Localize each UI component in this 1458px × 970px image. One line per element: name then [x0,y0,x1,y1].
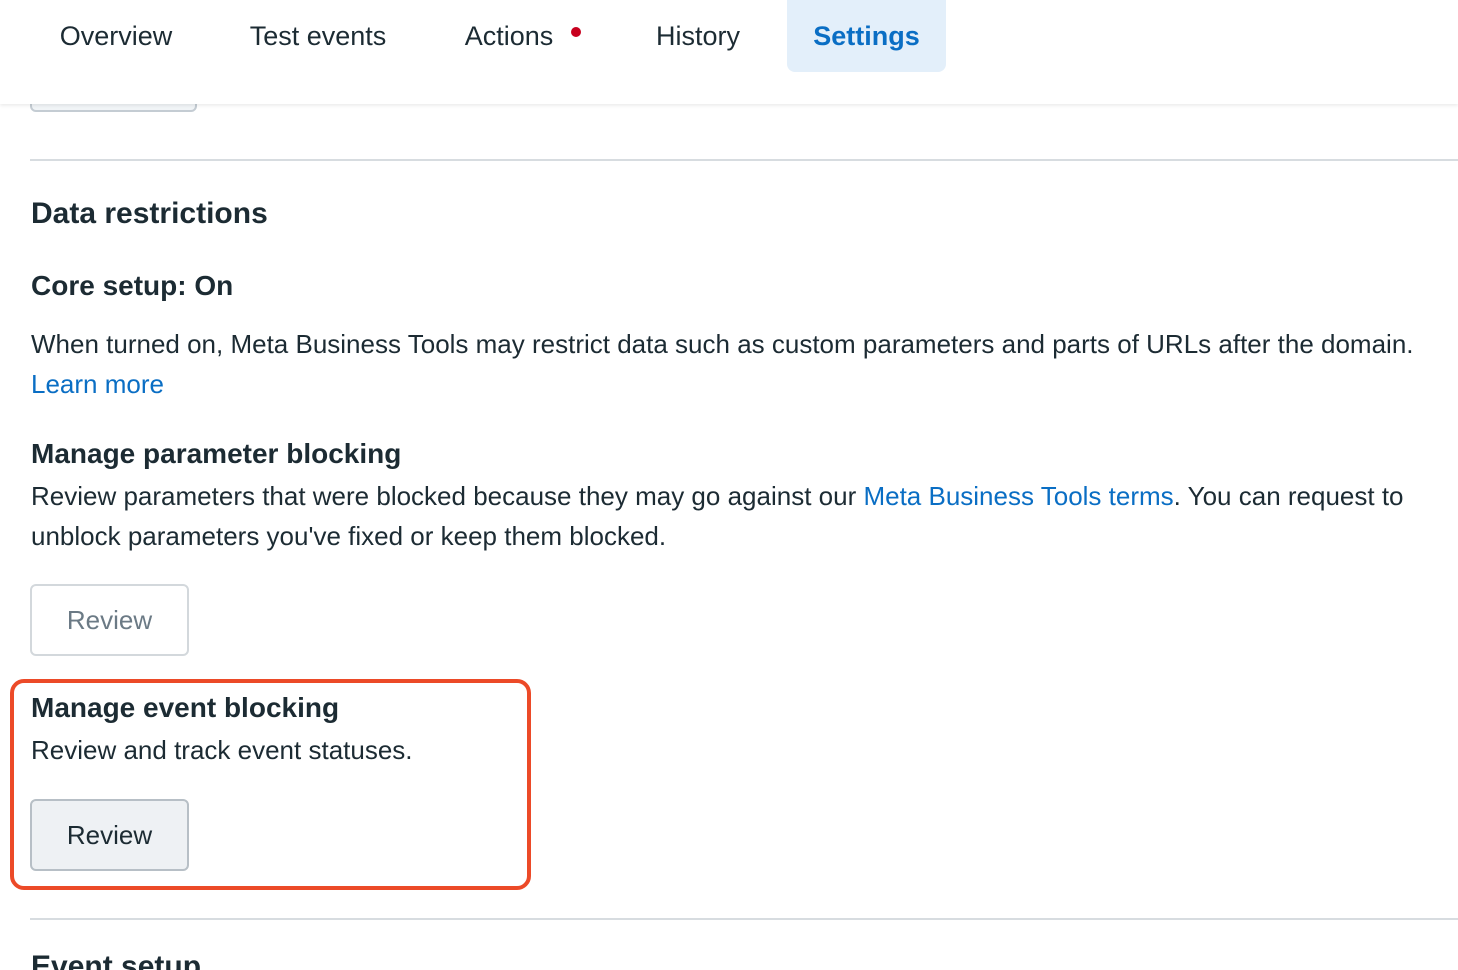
tab-test-events[interactable]: Test events [226,0,410,72]
tab-bar: Overview Test events Actions History Set… [0,0,1458,104]
tab-settings-label: Settings [813,20,920,51]
parameter-blocking-text-before: Review parameters that were blocked beca… [31,481,864,511]
tab-actions[interactable]: Actions [438,0,608,72]
tab-test-events-label: Test events [249,20,387,51]
event-blocking-heading: Manage event blocking [31,692,340,723]
parameter-blocking-description: Review parameters that were blocked beca… [31,476,1421,556]
notification-dot-icon [571,27,582,37]
tab-overview-label: Overview [59,20,173,51]
review-events-button[interactable]: Review [30,799,189,871]
event-blocking-description: Review and track event statuses. [31,735,413,765]
review-parameters-button-label: Review [66,604,153,635]
tab-overview[interactable]: Overview [36,0,196,72]
event-setup-heading: Event setup [31,950,202,970]
section-divider [30,159,1458,161]
tab-history[interactable]: History [630,0,766,72]
data-restrictions-heading: Data restrictions [31,197,268,230]
tab-history-label: History [655,20,740,51]
core-setup-heading: Core setup: On [31,270,234,301]
tab-settings[interactable]: Settings [787,0,946,72]
section-divider-bottom [30,918,1458,920]
business-tools-terms-link[interactable]: Meta Business Tools terms [863,481,1173,511]
review-parameters-button[interactable]: Review [30,584,189,656]
learn-more-link[interactable]: Learn more [31,369,164,399]
core-setup-description: When turned on, Meta Business Tools may … [31,324,1451,404]
tab-actions-label: Actions [464,20,554,51]
parameter-blocking-heading: Manage parameter blocking [31,438,402,469]
settings-page: Overview Test events Actions History Set… [0,0,1458,970]
core-setup-text: When turned on, Meta Business Tools may … [31,329,1414,359]
review-events-button-label: Review [66,819,153,850]
